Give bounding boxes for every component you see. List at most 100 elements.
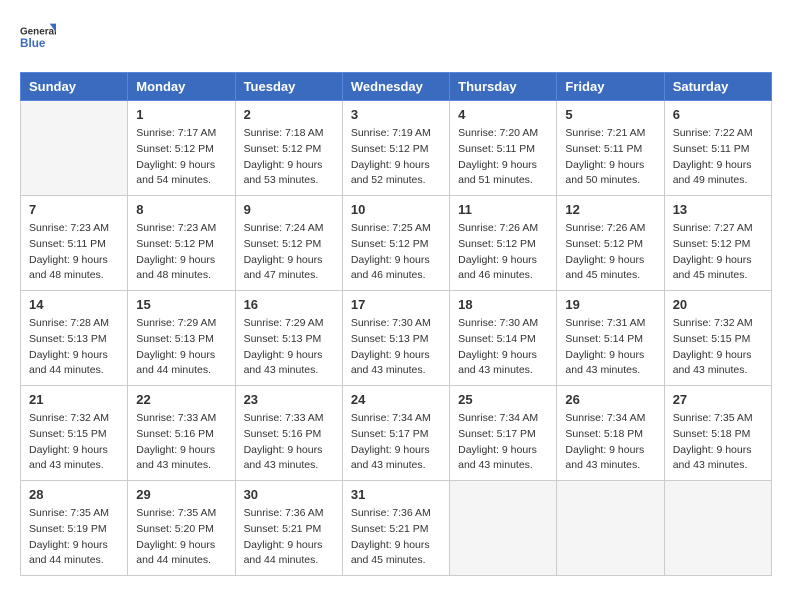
day-info: Sunrise: 7:30 AMSunset: 5:13 PMDaylight:… — [351, 316, 441, 379]
calendar-cell: 24Sunrise: 7:34 AMSunset: 5:17 PMDayligh… — [342, 386, 449, 481]
day-info: Sunrise: 7:21 AMSunset: 5:11 PMDaylight:… — [565, 126, 655, 189]
day-info: Sunrise: 7:32 AMSunset: 5:15 PMDaylight:… — [673, 316, 763, 379]
calendar-header-monday: Monday — [128, 73, 235, 101]
day-info: Sunrise: 7:34 AMSunset: 5:18 PMDaylight:… — [565, 411, 655, 474]
calendar-header-wednesday: Wednesday — [342, 73, 449, 101]
day-info: Sunrise: 7:35 AMSunset: 5:20 PMDaylight:… — [136, 506, 226, 569]
calendar-cell: 6 Sunrise: 7:22 AMSunset: 5:11 PMDaylight… — [664, 101, 771, 196]
day-number: 18 — [458, 297, 548, 312]
day-number: 13 — [673, 202, 763, 217]
day-number: 22 — [136, 392, 226, 407]
day-info: Sunrise: 7:24 AMSunset: 5:12 PMDaylight:… — [244, 221, 334, 284]
calendar-cell: 10Sunrise: 7:25 AMSunset: 5:12 PMDayligh… — [342, 196, 449, 291]
day-info: Sunrise: 7:19 AMSunset: 5:12 PMDaylight:… — [351, 126, 441, 189]
page-header: General Blue — [20, 20, 772, 56]
day-info: Sunrise: 7:35 AMSunset: 5:19 PMDaylight:… — [29, 506, 119, 569]
calendar-cell: 2 Sunrise: 7:18 AMSunset: 5:12 PMDaylight… — [235, 101, 342, 196]
calendar-cell: 1 Sunrise: 7:17 AMSunset: 5:12 PMDaylight… — [128, 101, 235, 196]
calendar-cell: 19Sunrise: 7:31 AMSunset: 5:14 PMDayligh… — [557, 291, 664, 386]
calendar-header-friday: Friday — [557, 73, 664, 101]
calendar-week-4: 21 Sunrise: 7:32 AMSunset: 5:15 PMDayligh… — [21, 386, 772, 481]
calendar-cell — [450, 481, 557, 576]
day-info: Sunrise: 7:20 AMSunset: 5:11 PMDaylight:… — [458, 126, 548, 189]
day-number: 20 — [673, 297, 763, 312]
day-info: Sunrise: 7:17 AMSunset: 5:12 PMDaylight:… — [136, 126, 226, 189]
day-info: Sunrise: 7:27 AMSunset: 5:12 PMDaylight:… — [673, 221, 763, 284]
calendar-cell: 16 Sunrise: 7:29 AMSunset: 5:13 PMDayligh… — [235, 291, 342, 386]
day-number: 23 — [244, 392, 334, 407]
day-info: Sunrise: 7:29 AMSunset: 5:13 PMDaylight:… — [244, 316, 334, 379]
day-number: 28 — [29, 487, 119, 502]
calendar-cell — [664, 481, 771, 576]
calendar-cell: 5 Sunrise: 7:21 AMSunset: 5:11 PMDaylight… — [557, 101, 664, 196]
day-number: 1 — [136, 107, 226, 122]
day-number: 16 — [244, 297, 334, 312]
calendar-cell: 13 Sunrise: 7:27 AMSunset: 5:12 PMDayligh… — [664, 196, 771, 291]
day-info: Sunrise: 7:36 AMSunset: 5:21 PMDaylight:… — [351, 506, 441, 569]
calendar-week-3: 14 Sunrise: 7:28 AMSunset: 5:13 PMDayligh… — [21, 291, 772, 386]
calendar-cell: 17 Sunrise: 7:30 AMSunset: 5:13 PMDayligh… — [342, 291, 449, 386]
logo-icon: General Blue — [20, 20, 56, 56]
calendar-cell: 26 Sunrise: 7:34 AMSunset: 5:18 PMDayligh… — [557, 386, 664, 481]
calendar-cell — [21, 101, 128, 196]
day-info: Sunrise: 7:33 AMSunset: 5:16 PMDaylight:… — [244, 411, 334, 474]
day-info: Sunrise: 7:28 AMSunset: 5:13 PMDaylight:… — [29, 316, 119, 379]
calendar-cell: 11 Sunrise: 7:26 AMSunset: 5:12 PMDayligh… — [450, 196, 557, 291]
calendar-cell: 7 Sunrise: 7:23 AMSunset: 5:11 PMDaylight… — [21, 196, 128, 291]
calendar-header-sunday: Sunday — [21, 73, 128, 101]
day-info: Sunrise: 7:31 AMSunset: 5:14 PMDaylight:… — [565, 316, 655, 379]
calendar-header-saturday: Saturday — [664, 73, 771, 101]
calendar-week-5: 28 Sunrise: 7:35 AMSunset: 5:19 PMDayligh… — [21, 481, 772, 576]
day-number: 9 — [244, 202, 334, 217]
calendar-cell: 23 Sunrise: 7:33 AMSunset: 5:16 PMDayligh… — [235, 386, 342, 481]
day-number: 6 — [673, 107, 763, 122]
calendar-cell: 30 Sunrise: 7:36 AMSunset: 5:21 PMDayligh… — [235, 481, 342, 576]
calendar-cell: 27Sunrise: 7:35 AMSunset: 5:18 PMDayligh… — [664, 386, 771, 481]
day-number: 31 — [351, 487, 441, 502]
day-info: Sunrise: 7:34 AMSunset: 5:17 PMDaylight:… — [458, 411, 548, 474]
day-info: Sunrise: 7:26 AMSunset: 5:12 PMDaylight:… — [458, 221, 548, 284]
day-info: Sunrise: 7:30 AMSunset: 5:14 PMDaylight:… — [458, 316, 548, 379]
day-info: Sunrise: 7:22 AMSunset: 5:11 PMDaylight:… — [673, 126, 763, 189]
day-info: Sunrise: 7:35 AMSunset: 5:18 PMDaylight:… — [673, 411, 763, 474]
calendar-cell: 3Sunrise: 7:19 AMSunset: 5:12 PMDaylight… — [342, 101, 449, 196]
day-info: Sunrise: 7:29 AMSunset: 5:13 PMDaylight:… — [136, 316, 226, 379]
day-number: 11 — [458, 202, 548, 217]
day-number: 14 — [29, 297, 119, 312]
day-number: 25 — [458, 392, 548, 407]
day-number: 4 — [458, 107, 548, 122]
day-info: Sunrise: 7:36 AMSunset: 5:21 PMDaylight:… — [244, 506, 334, 569]
day-info: Sunrise: 7:23 AMSunset: 5:11 PMDaylight:… — [29, 221, 119, 284]
calendar-header-thursday: Thursday — [450, 73, 557, 101]
calendar-week-2: 7 Sunrise: 7:23 AMSunset: 5:11 PMDaylight… — [21, 196, 772, 291]
calendar-header-row: SundayMondayTuesdayWednesdayThursdayFrid… — [21, 73, 772, 101]
day-info: Sunrise: 7:23 AMSunset: 5:12 PMDaylight:… — [136, 221, 226, 284]
calendar-cell: 15 Sunrise: 7:29 AMSunset: 5:13 PMDayligh… — [128, 291, 235, 386]
day-number: 2 — [244, 107, 334, 122]
day-info: Sunrise: 7:18 AMSunset: 5:12 PMDaylight:… — [244, 126, 334, 189]
calendar-cell: 18 Sunrise: 7:30 AMSunset: 5:14 PMDayligh… — [450, 291, 557, 386]
day-number: 5 — [565, 107, 655, 122]
day-number: 12 — [565, 202, 655, 217]
calendar-cell: 21 Sunrise: 7:32 AMSunset: 5:15 PMDayligh… — [21, 386, 128, 481]
day-number: 30 — [244, 487, 334, 502]
day-info: Sunrise: 7:32 AMSunset: 5:15 PMDaylight:… — [29, 411, 119, 474]
day-number: 26 — [565, 392, 655, 407]
calendar-cell: 9 Sunrise: 7:24 AMSunset: 5:12 PMDaylight… — [235, 196, 342, 291]
day-number: 7 — [29, 202, 119, 217]
calendar-cell: 25 Sunrise: 7:34 AMSunset: 5:17 PMDayligh… — [450, 386, 557, 481]
calendar-cell: 14 Sunrise: 7:28 AMSunset: 5:13 PMDayligh… — [21, 291, 128, 386]
calendar-cell: 22Sunrise: 7:33 AMSunset: 5:16 PMDayligh… — [128, 386, 235, 481]
calendar-cell: 20 Sunrise: 7:32 AMSunset: 5:15 PMDayligh… — [664, 291, 771, 386]
calendar-cell: 4 Sunrise: 7:20 AMSunset: 5:11 PMDaylight… — [450, 101, 557, 196]
day-number: 15 — [136, 297, 226, 312]
calendar-cell — [557, 481, 664, 576]
calendar-week-1: 1 Sunrise: 7:17 AMSunset: 5:12 PMDaylight… — [21, 101, 772, 196]
calendar-header-tuesday: Tuesday — [235, 73, 342, 101]
calendar-cell: 12Sunrise: 7:26 AMSunset: 5:12 PMDayligh… — [557, 196, 664, 291]
calendar-cell: 29 Sunrise: 7:35 AMSunset: 5:20 PMDayligh… — [128, 481, 235, 576]
day-info: Sunrise: 7:34 AMSunset: 5:17 PMDaylight:… — [351, 411, 441, 474]
day-number: 29 — [136, 487, 226, 502]
day-number: 17 — [351, 297, 441, 312]
day-number: 21 — [29, 392, 119, 407]
